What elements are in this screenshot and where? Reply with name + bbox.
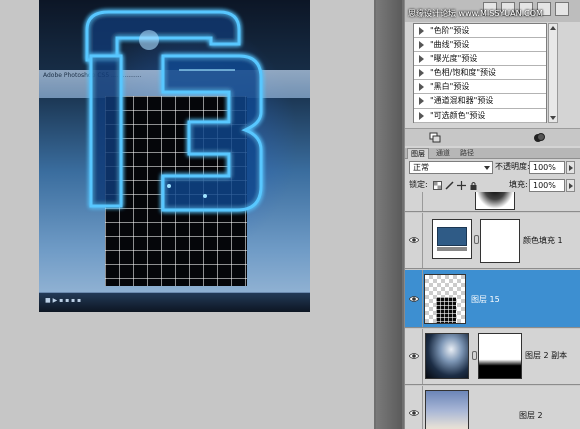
visibility-column xyxy=(405,192,423,211)
adjustments-header: 思缘设计论坛 www.MISSYUAN.COM xyxy=(405,0,580,22)
visibility-column xyxy=(405,270,423,327)
preset-label: "可选颜色"预设 xyxy=(430,110,486,120)
visibility-column xyxy=(405,386,423,429)
lock-icon[interactable] xyxy=(469,181,478,190)
preset-item-exposure[interactable]: "曝光度"预设 xyxy=(414,52,546,67)
layers-list: 颜色填充 1 图层 15 图层 2 副本 图层 2 xyxy=(405,192,580,429)
layer-thumbnail-clouds xyxy=(425,333,469,379)
layer-row-selected[interactable]: 图层 15 xyxy=(405,270,580,328)
disclosure-triangle-icon xyxy=(419,55,424,64)
visibility-eye-icon[interactable] xyxy=(409,352,419,360)
opacity-input[interactable]: 100% xyxy=(529,161,565,174)
disclosure-triangle-icon xyxy=(419,83,424,92)
fill-color-slider xyxy=(437,247,467,251)
preset-item-channel-mixer[interactable]: "通道混和器"预设 xyxy=(414,94,546,109)
link-chain-icon[interactable] xyxy=(472,351,477,360)
blend-mode-select[interactable]: 正常 xyxy=(409,161,493,174)
adjustments-footer xyxy=(405,128,580,146)
disclosure-triangle-icon xyxy=(419,111,424,120)
scroll-up-arrow-icon[interactable] xyxy=(550,26,556,30)
brush-icon[interactable] xyxy=(445,181,454,190)
fill-slider-button[interactable] xyxy=(566,179,575,192)
disclosure-triangle-icon xyxy=(419,97,424,106)
clip-to-layer-icon[interactable] xyxy=(429,132,441,143)
lock-transparent-pixels-icon[interactable] xyxy=(433,181,442,190)
adjustment-presets-list: "色阶"预设 "曲线"预设 "曝光度"预设 "色相/饱和度"预设 "黑白"预设 … xyxy=(413,23,547,123)
preset-label: "色相/饱和度"预设 xyxy=(430,68,497,78)
disclosure-triangle-icon xyxy=(419,69,424,78)
canvas-workspace[interactable]: Adobe Photoshop CS5 ................ ■ ▶… xyxy=(0,0,374,429)
lock-label: 锁定: xyxy=(409,180,428,189)
layers-panel: 图层 通道 路径 正常 不透明度: 100% 锁定: 填充: 100% 颜色填充… xyxy=(404,148,580,429)
preset-item-curves[interactable]: "曲线"预设 xyxy=(414,38,546,53)
opacity-slider-button[interactable] xyxy=(566,161,575,174)
fill-color-swatch xyxy=(437,227,467,246)
panel-divider-rail xyxy=(376,0,402,429)
visibility-eye-icon[interactable] xyxy=(409,236,419,244)
adjustment-gradient-icon[interactable] xyxy=(555,2,569,16)
layer-mask-thumbnail xyxy=(480,219,520,263)
thumbnail-grid-content xyxy=(436,297,456,323)
preset-label: "曝光度"预设 xyxy=(430,54,478,64)
layer-thumbnail xyxy=(432,219,472,259)
tab-paths[interactable]: 路径 xyxy=(457,148,477,159)
layer-name: 图层 15 xyxy=(471,295,500,304)
preset-label: "通道混和器"预设 xyxy=(430,96,494,106)
layer-thumbnail-sky xyxy=(425,390,469,429)
panel-tab-bar: 图层 通道 路径 xyxy=(405,148,580,159)
visibility-eye-icon[interactable] xyxy=(409,409,419,417)
layer-thumbnail xyxy=(475,192,515,210)
layer-name: 颜色填充 1 xyxy=(523,236,563,245)
tab-layers[interactable]: 图层 xyxy=(407,148,429,159)
link-chain-icon[interactable] xyxy=(474,235,479,244)
disclosure-triangle-icon xyxy=(419,27,424,35)
layer-name: 图层 2 副本 xyxy=(525,351,568,360)
opacity-value: 100% xyxy=(533,163,556,172)
fill-label: 填充: xyxy=(509,180,528,189)
disclosure-triangle-icon xyxy=(419,41,424,50)
move-icon[interactable] xyxy=(457,181,466,190)
document-canvas[interactable]: Adobe Photoshop CS5 ................ ■ ▶… xyxy=(39,0,310,312)
layer-row[interactable]: 图层 2 xyxy=(405,386,580,429)
tab-channels[interactable]: 通道 xyxy=(433,148,453,159)
panel-divider[interactable] xyxy=(374,0,404,429)
preset-label: "色阶"预设 xyxy=(430,26,470,35)
layer-mask-thumbnail xyxy=(478,333,522,379)
watermark-text: 思缘设计论坛 www.MISSYUAN.COM xyxy=(408,9,543,18)
preset-item-selective-color[interactable]: "可选颜色"预设 xyxy=(414,109,546,123)
fill-value: 100% xyxy=(533,181,556,190)
preset-item-black-white[interactable]: "黑白"预设 xyxy=(414,80,546,95)
neon-letter-artwork xyxy=(85,10,263,212)
chevron-down-icon xyxy=(484,166,490,170)
layer-row[interactable]: 图层 2 副本 xyxy=(405,329,580,385)
preset-label: "黑白"预设 xyxy=(430,82,470,92)
visibility-column xyxy=(405,213,423,268)
opacity-label: 不透明度: xyxy=(495,162,530,171)
adjustment-layer-icon[interactable] xyxy=(533,132,545,143)
layer-thumbnail xyxy=(424,274,466,324)
preset-label: "曲线"预设 xyxy=(430,40,470,50)
adjustments-panel: 思缘设计论坛 www.MISSYUAN.COM "色阶"预设 "曲线"预设 "曝… xyxy=(404,0,580,148)
layer-row[interactable]: 颜色填充 1 xyxy=(405,213,580,269)
preset-item-hue-saturation[interactable]: "色相/饱和度"预设 xyxy=(414,66,546,81)
visibility-column xyxy=(405,329,423,384)
preset-item-levels[interactable]: "色阶"预设 xyxy=(414,24,546,39)
visibility-eye-icon[interactable] xyxy=(409,295,419,303)
layer-row[interactable] xyxy=(405,192,580,212)
layer-name: 图层 2 xyxy=(519,411,543,420)
scroll-down-arrow-icon[interactable] xyxy=(550,116,556,120)
blend-mode-value: 正常 xyxy=(413,163,429,172)
fill-input[interactable]: 100% xyxy=(529,179,565,192)
presets-scrollbar[interactable] xyxy=(548,23,558,123)
